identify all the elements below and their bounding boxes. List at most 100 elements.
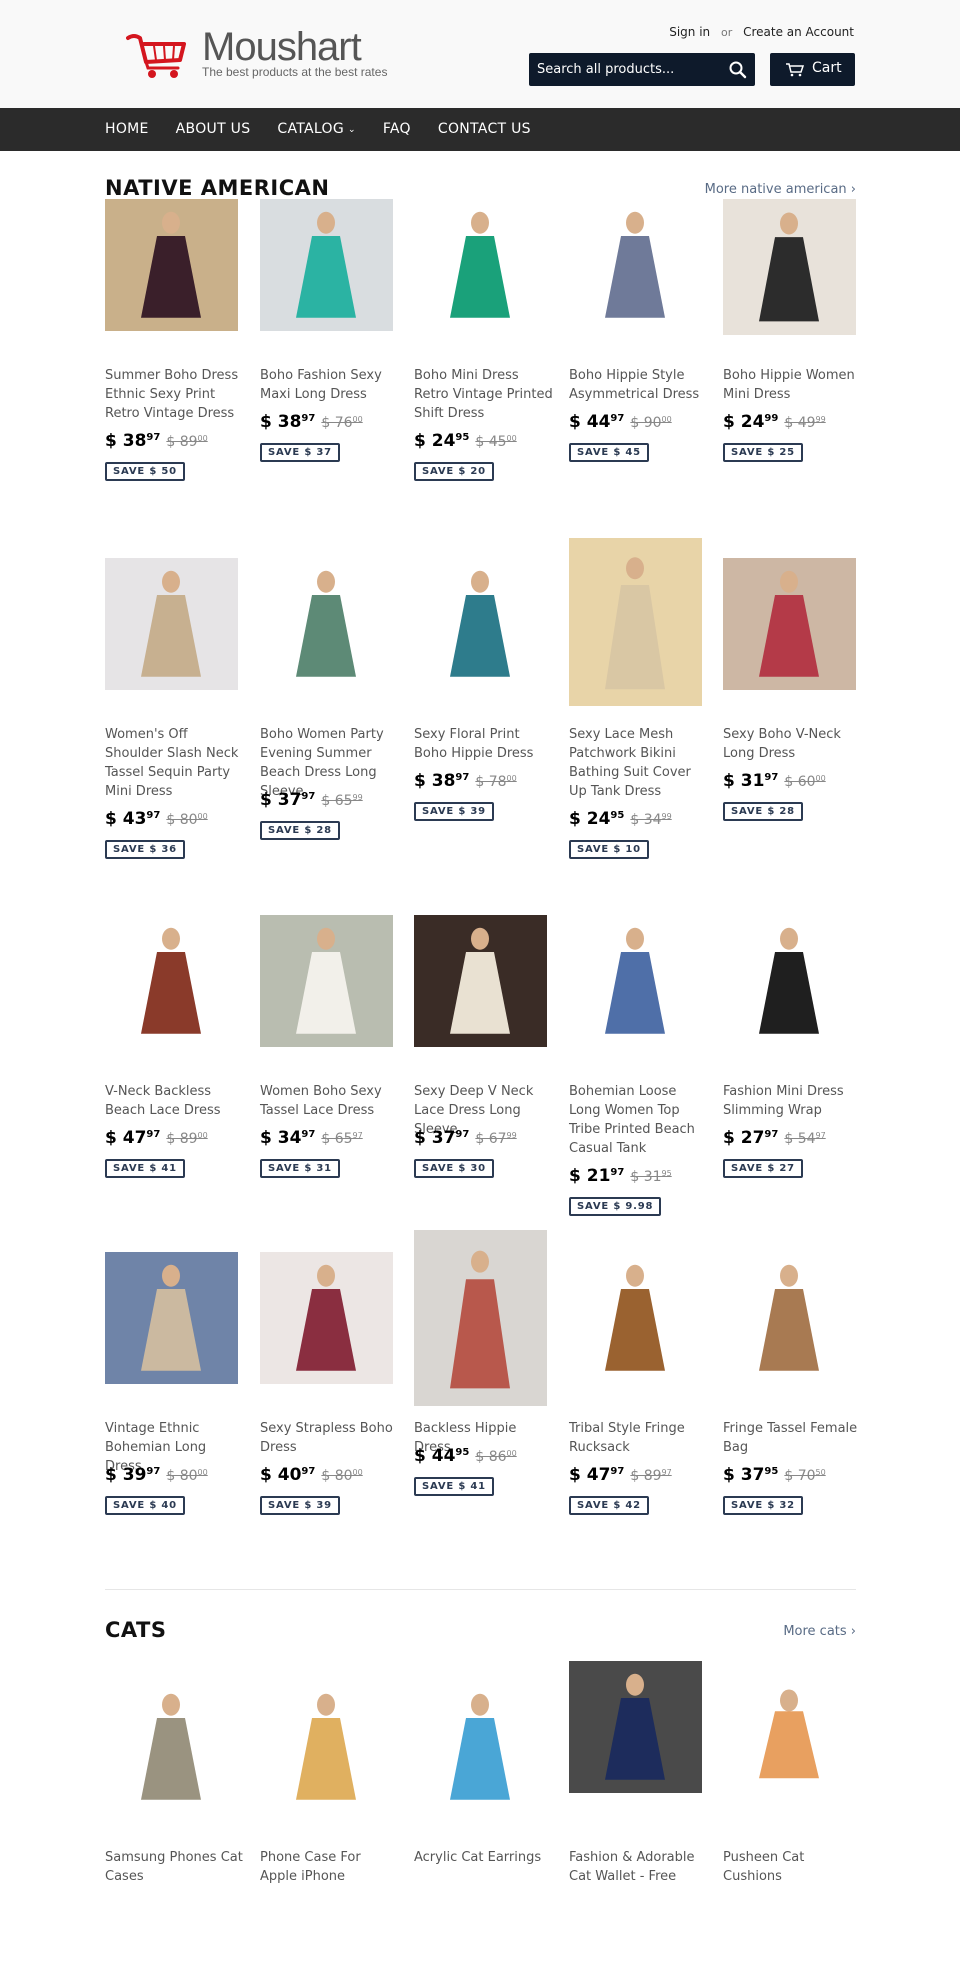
product-image[interactable] (260, 1681, 393, 1813)
product-image[interactable] (569, 915, 702, 1047)
product-card[interactable]: Sexy Boho V-Neck Long Dress $ 3197 $ 6000 S… (723, 558, 856, 838)
product-card[interactable]: Fashion Mini Dress Slimming Wrap $ 2797 $ … (723, 915, 856, 1195)
logo-tagline: The best products at the best rates (202, 65, 388, 79)
product-price: $ 2495 $ 3499 (569, 809, 672, 829)
product-title[interactable]: Sexy Lace Mesh Patchwork Bikini Bathing … (569, 725, 709, 801)
product-image[interactable] (260, 1252, 393, 1384)
product-image[interactable] (260, 199, 393, 331)
cart-button[interactable]: Cart (770, 53, 855, 86)
product-image[interactable] (414, 199, 547, 331)
compare-at-price: $ 6597 (321, 1131, 363, 1147)
product-image[interactable] (105, 1252, 238, 1384)
product-card[interactable]: Summer Boho Dress Ethnic Sexy Print Retr… (105, 199, 238, 481)
product-title[interactable]: Boho Fashion Sexy Maxi Long Dress (260, 366, 400, 404)
save-badge: SAVE $ 30 (414, 1159, 494, 1178)
product-card[interactable]: Boho Hippie Women Mini Dress $ 2499 $ 4999… (723, 199, 856, 479)
product-card[interactable]: Acrylic Cat Earrings (414, 1681, 547, 1961)
product-title[interactable]: Women's Off Shoulder Slash Neck Tassel S… (105, 725, 245, 801)
product-image[interactable] (414, 558, 547, 690)
product-card[interactable]: Women Boho Sexy Tassel Lace Dress $ 3497 $… (260, 915, 393, 1195)
nav-item-contact-us[interactable]: CONTACT US (438, 108, 531, 153)
product-card[interactable]: Sexy Floral Print Boho Hippie Dress $ 389… (414, 558, 547, 838)
nav-item-faq[interactable]: FAQ (383, 108, 411, 153)
compare-at-price: $ 9000 (630, 415, 672, 431)
product-image[interactable] (414, 1681, 547, 1813)
product-image[interactable] (569, 1661, 702, 1793)
product-card[interactable]: Tribal Style Fringe Rucksack $ 4797 $ 8997… (569, 1252, 702, 1532)
save-badge: SAVE $ 28 (723, 802, 803, 821)
product-image[interactable] (569, 538, 702, 706)
nav-item-home[interactable]: HOME (105, 108, 149, 153)
product-image[interactable] (723, 1252, 856, 1384)
product-title[interactable]: Women Boho Sexy Tassel Lace Dress (260, 1082, 400, 1120)
search-input[interactable] (529, 53, 719, 86)
search-icon[interactable] (727, 59, 749, 81)
product-card[interactable]: Backless Hippie Dress $ 4495 $ 8600 SAVE $ … (414, 1230, 547, 1532)
product-title[interactable]: Sexy Floral Print Boho Hippie Dress (414, 725, 554, 763)
nav-item-catalog[interactable]: CATALOG ⌄ (277, 108, 355, 153)
more-cats-link[interactable]: More cats › (783, 1624, 856, 1639)
logo-name: Moushart (202, 25, 362, 69)
product-image[interactable] (260, 558, 393, 690)
product-image[interactable] (569, 1252, 702, 1384)
more-native-american-link[interactable]: More native american › (705, 182, 856, 197)
product-card[interactable]: Phone Case For Apple iPhone (260, 1681, 393, 1961)
product-title[interactable]: Sexy Strapless Boho Dress (260, 1419, 400, 1457)
product-price: $ 4797 $ 8900 (105, 1128, 208, 1148)
product-price: $ 3797 $ 6599 (260, 790, 363, 810)
product-title[interactable]: Boho Mini Dress Retro Vintage Printed Sh… (414, 366, 554, 423)
product-title[interactable]: Acrylic Cat Earrings (414, 1848, 554, 1867)
sign-in-link[interactable]: Sign in (669, 25, 710, 39)
product-card[interactable]: Boho Fashion Sexy Maxi Long Dress $ 3897 $… (260, 199, 393, 479)
section-title: CATS (105, 1618, 167, 1642)
product-card[interactable]: Boho Women Party Evening Summer Beach Dr… (260, 558, 393, 840)
create-account-link[interactable]: Create an Account (743, 25, 854, 39)
product-image[interactable] (723, 558, 856, 690)
product-title[interactable]: Samsung Phones Cat Cases (105, 1848, 245, 1886)
product-image[interactable] (105, 1681, 238, 1813)
site-logo[interactable]: Moushart The best products at the best r… (126, 25, 387, 82)
product-title[interactable]: Boho Hippie Style Asymmetrical Dress (569, 366, 709, 404)
product-title[interactable]: Phone Case For Apple iPhone (260, 1848, 400, 1886)
product-title[interactable]: Fringe Tassel Female Bag (723, 1419, 863, 1457)
product-image[interactable] (105, 199, 238, 331)
product-title[interactable]: Sexy Boho V-Neck Long Dress (723, 725, 863, 763)
product-image[interactable] (414, 1230, 547, 1406)
section-divider (105, 1589, 856, 1590)
product-image[interactable] (569, 199, 702, 331)
product-title[interactable]: Fashion & Adorable Cat Wallet - Free (569, 1848, 709, 1886)
product-card[interactable]: V-Neck Backless Beach Lace Dress $ 4797 $ … (105, 915, 238, 1195)
product-title[interactable]: Boho Hippie Women Mini Dress (723, 366, 863, 404)
product-card[interactable]: Sexy Strapless Boho Dress $ 4097 $ 8000 SAV… (260, 1252, 393, 1532)
product-card[interactable]: Sexy Lace Mesh Patchwork Bikini Bathing … (569, 538, 702, 859)
product-image[interactable] (723, 915, 856, 1047)
product-image[interactable] (414, 915, 547, 1047)
product-title[interactable]: Bohemian Loose Long Women Top Tribe Prin… (569, 1082, 709, 1158)
product-card[interactable]: Boho Hippie Style Asymmetrical Dress $ 44… (569, 199, 702, 479)
product-image[interactable] (723, 1681, 856, 1789)
product-price: $ 3897 $ 7600 (260, 412, 363, 432)
product-card[interactable]: Boho Mini Dress Retro Vintage Printed Sh… (414, 199, 553, 481)
product-image[interactable] (723, 199, 856, 335)
product-card[interactable]: Fashion & Adorable Cat Wallet - Free (569, 1661, 702, 1961)
product-title[interactable]: Pusheen Cat Cushions (723, 1848, 863, 1886)
product-card[interactable]: Sexy Deep V Neck Lace Dress Long Sleeve $… (414, 915, 547, 1195)
product-title[interactable]: Fashion Mini Dress Slimming Wrap (723, 1082, 863, 1120)
main-content: NATIVE AMERICAN More native american › C… (0, 151, 960, 1884)
product-card[interactable]: Samsung Phones Cat Cases (105, 1681, 243, 1961)
product-card[interactable]: Vintage Ethnic Bohemian Long Dress $ 3997… (105, 1252, 238, 1532)
product-card[interactable]: Bohemian Loose Long Women Top Tribe Prin… (569, 915, 702, 1216)
product-image[interactable] (105, 915, 238, 1047)
save-badge: SAVE $ 39 (414, 802, 494, 821)
product-title[interactable]: V-Neck Backless Beach Lace Dress (105, 1082, 245, 1120)
nav-item-about-us[interactable]: ABOUT US (176, 108, 251, 153)
product-card[interactable]: Pusheen Cat Cushions (723, 1681, 856, 1961)
product-card[interactable]: Fringe Tassel Female Bag $ 3795 $ 7050 SAVE… (723, 1252, 857, 1532)
account-links: Sign in or Create an Account (669, 25, 854, 39)
product-card[interactable]: Women's Off Shoulder Slash Neck Tassel S… (105, 558, 238, 859)
search-form (529, 53, 755, 86)
product-title[interactable]: Tribal Style Fringe Rucksack (569, 1419, 709, 1457)
product-image[interactable] (260, 915, 393, 1047)
product-title[interactable]: Summer Boho Dress Ethnic Sexy Print Retr… (105, 366, 245, 423)
product-image[interactable] (105, 558, 238, 690)
